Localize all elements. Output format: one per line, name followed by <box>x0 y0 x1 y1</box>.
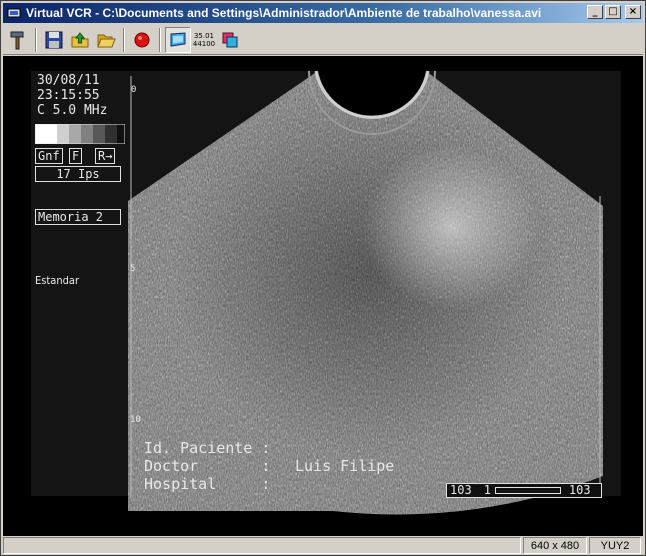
save-button[interactable] <box>41 27 67 53</box>
svg-text:44100: 44100 <box>193 40 215 48</box>
record-icon <box>134 32 150 47</box>
grayscale-bar <box>35 124 125 144</box>
timecode-button[interactable]: 35.01 44100 <box>191 27 217 53</box>
counter-current: 1 <box>483 483 491 497</box>
probe-frequency: C 5.0 MHz <box>37 103 108 118</box>
status-bar: 640 x 480 YUY2 <box>3 537 643 555</box>
frame-rate: 17 Ips <box>35 166 121 182</box>
depth-mark-0: 0 <box>131 85 137 95</box>
floppy-disk-icon <box>45 31 63 48</box>
counter-start: 103 <box>450 483 472 497</box>
timecode-icon: 35.01 44100 <box>193 32 215 48</box>
maximize-button[interactable]: □ <box>605 5 621 19</box>
overlay-icon <box>222 32 238 47</box>
frame-counter: 103 1 103 <box>446 483 602 498</box>
open-up-button[interactable] <box>67 27 93 53</box>
status-format: YUY2 <box>589 537 641 554</box>
toolbar: 35.01 44100 <box>3 25 643 55</box>
hospital-label: Hospital : <box>144 475 271 493</box>
status-main <box>3 537 521 554</box>
open-folder-icon <box>97 34 116 47</box>
preview-button[interactable] <box>165 26 191 53</box>
folder-up-icon <box>71 31 89 47</box>
status-resolution: 640 x 480 <box>523 537 587 554</box>
app-icon <box>6 5 22 21</box>
window-title: Virtual VCR - C:\Documents and Settings\… <box>26 6 542 20</box>
monitor-icon <box>170 31 186 47</box>
depth-mark-5: 5 <box>130 264 136 274</box>
minimize-button[interactable]: _ <box>587 5 603 19</box>
preset-name: Estandar <box>35 274 80 287</box>
overlay-button[interactable] <box>217 27 243 53</box>
settings-tool-button[interactable] <box>5 27 31 53</box>
exam-time: 23:15:55 <box>37 88 100 103</box>
open-folder-button[interactable] <box>93 27 119 53</box>
exam-date: 30/08/11 <box>37 73 100 88</box>
video-display[interactable]: 30/08/11 23:15:55 C 5.0 MHz Gnf F R→ 17 … <box>3 56 643 536</box>
counter-bar <box>494 487 561 494</box>
doctor-label: Doctor : <box>144 457 271 475</box>
gain-label: Gnf <box>35 148 63 164</box>
doctor-name: Luis Filipe <box>295 457 395 475</box>
toolbar-separator <box>159 27 161 52</box>
title-bar[interactable]: Virtual VCR - C:\Documents and Settings\… <box>3 3 643 23</box>
hammer-wrench-icon <box>10 31 24 49</box>
focus-label: F <box>69 148 83 164</box>
memory-preset: Memoria 2 <box>35 209 121 225</box>
toolbar-separator <box>35 27 37 52</box>
counter-end: 103 <box>568 483 591 497</box>
patient-id-label: Id. Paciente : <box>144 439 271 457</box>
record-button[interactable] <box>129 27 155 53</box>
close-button[interactable]: × <box>625 5 641 19</box>
range-label: R→ <box>95 148 116 164</box>
depth-mark-10: 10 <box>130 415 141 425</box>
app-window: Virtual VCR - C:\Documents and Settings\… <box>0 0 646 556</box>
toolbar-separator <box>123 27 125 52</box>
svg-text:35.01: 35.01 <box>194 32 214 40</box>
